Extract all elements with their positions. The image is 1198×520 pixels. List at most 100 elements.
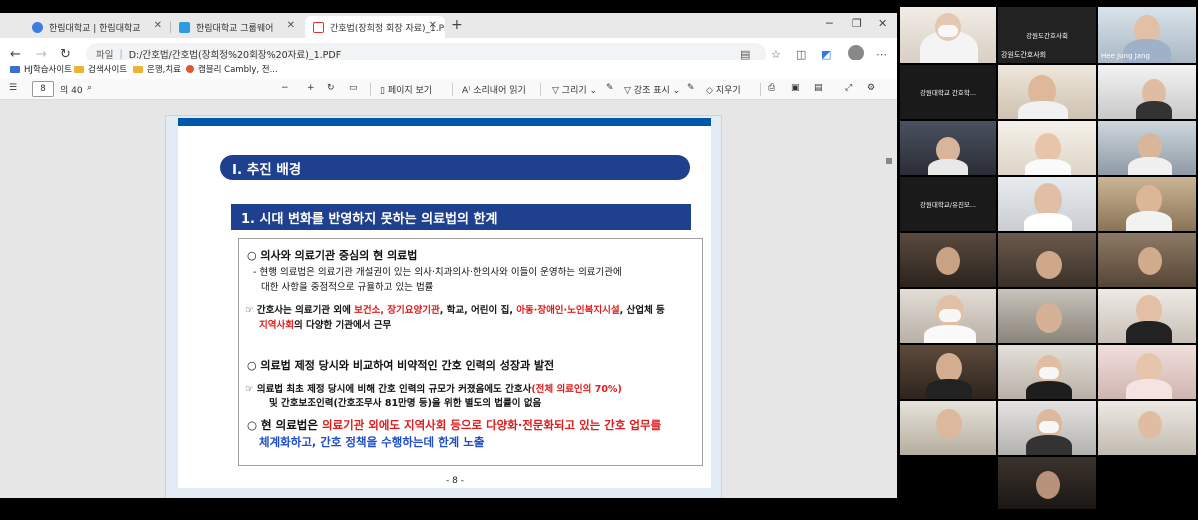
bullet-line: - 현행 의료법은 의료기관 개설권이 있는 의사·치과의사·한의사와 이들이 … bbox=[253, 267, 622, 278]
participant-name: 강원대학교 간호학... bbox=[919, 89, 977, 97]
participant-tile[interactable] bbox=[998, 65, 1096, 119]
scrollbar-thumb[interactable] bbox=[886, 158, 892, 164]
bookmarks-bar: HJ학습사이트 검색사이트 은행,치료 캠블리 Cambly, 전... bbox=[0, 60, 897, 79]
highlight-pen-icon[interactable]: ✎ bbox=[687, 83, 695, 93]
participant-tile[interactable] bbox=[998, 233, 1096, 287]
participant-tile[interactable] bbox=[1098, 401, 1196, 455]
pdf-toolbar: ☰ 8 의 40 ⌕ − + ↻ ▭ ▯ 페이지 보기 A⁾ 소리내어 읽기 ▽… bbox=[0, 79, 897, 100]
folder-icon bbox=[74, 65, 84, 73]
bookmark-icon bbox=[10, 65, 20, 73]
participant-tile[interactable] bbox=[998, 177, 1096, 231]
participant-tile[interactable]: 강원대학교/유진모... bbox=[900, 177, 996, 231]
section-title: Ⅰ. 추진 배경 bbox=[220, 155, 690, 180]
participant-tile[interactable] bbox=[900, 7, 996, 63]
contents-list-icon[interactable]: ☰ bbox=[9, 83, 17, 93]
file-indicator: 파일 bbox=[96, 50, 114, 61]
bullet-heading-3: ○ 현 의료법은 의료기관 외에도 지역사회 등으로 다양화·전문화되고 있는 … bbox=[247, 418, 662, 432]
close-window-button[interactable]: ✕ bbox=[878, 17, 887, 30]
participant-tile[interactable] bbox=[998, 289, 1096, 343]
erase-button[interactable]: ◇ 지우기 bbox=[706, 83, 741, 96]
participant-tile[interactable] bbox=[1098, 121, 1196, 175]
maximize-button[interactable]: ❐ bbox=[852, 17, 862, 30]
zoom-out-icon[interactable]: − bbox=[281, 83, 289, 93]
page-number-input[interactable]: 8 bbox=[32, 81, 54, 97]
participant-tile[interactable] bbox=[900, 401, 996, 455]
participant-tile[interactable]: Hee Jung Jang bbox=[1098, 7, 1196, 63]
rotate-icon[interactable]: ↻ bbox=[327, 83, 335, 93]
participant-tile[interactable] bbox=[900, 121, 996, 175]
pdf-page: Ⅰ. 추진 배경 1. 시대 변화를 반영하지 못하는 의료법의 한계 ○ 의사… bbox=[165, 115, 722, 498]
participant-tile[interactable] bbox=[998, 345, 1096, 399]
participant-tile[interactable] bbox=[1098, 177, 1196, 231]
settings-gear-icon[interactable]: ⚙ bbox=[867, 83, 875, 93]
bullet-line: 체계화하고, 간호 정책을 수행하는데 한계 노출 bbox=[259, 435, 485, 449]
draw-pen-icon[interactable]: ✎ bbox=[606, 83, 614, 93]
note-line: ☞ 간호사는 의료기관 외에 보건소, 장기요양기관, 학교, 어린이 집, 아… bbox=[245, 305, 665, 316]
pdf-viewport[interactable]: Ⅰ. 추진 배경 1. 시대 변화를 반영하지 못하는 의료법의 한계 ○ 의사… bbox=[0, 100, 897, 498]
participant-name: 강원도간호사회 bbox=[1001, 51, 1047, 59]
save-as-icon[interactable]: ▣ bbox=[791, 83, 800, 93]
participant-name: 강원대학교/유진모... bbox=[919, 201, 977, 209]
bookmark-bank[interactable]: 은행,치료 bbox=[133, 63, 181, 75]
profile-avatar[interactable] bbox=[848, 45, 864, 61]
bookmark-search[interactable]: 검색사이트 bbox=[74, 63, 127, 75]
bullet-heading-1: ○ 의사와 의료기관 중심의 현 의료법 bbox=[247, 249, 418, 262]
screen: 한림대학교 | 한림대학교 ✕ 한림대학교 그룹웨어 ✕ 간호법(장희정 회장 … bbox=[0, 0, 1198, 520]
minimize-button[interactable]: ─ bbox=[826, 17, 833, 30]
search-icon[interactable]: ⌕ bbox=[87, 83, 92, 93]
subtitle-bar: 1. 시대 변화를 반영하지 못하는 의료법의 한계 bbox=[231, 204, 691, 230]
folder-icon bbox=[133, 65, 143, 73]
url-text: D:/간호법/간호법(장희정%20회장%20자료)_1.PDF bbox=[128, 50, 342, 61]
slide-top-band bbox=[178, 118, 711, 126]
zoom-in-icon[interactable]: + bbox=[307, 83, 315, 93]
participant-tile[interactable] bbox=[998, 401, 1096, 455]
note-line: ☞ 의료법 최초 제정 당시에 비해 간호 인력의 규모가 커졌음에도 간호사(… bbox=[245, 384, 622, 395]
participant-tile[interactable] bbox=[1098, 345, 1196, 399]
participant-tile[interactable]: 강원대학교 간호학... bbox=[900, 65, 996, 119]
highlight-button[interactable]: ▽ 강조 표시 ⌄ bbox=[624, 83, 680, 96]
page-total: 의 40 bbox=[60, 86, 83, 96]
page-number: - 8 - bbox=[446, 476, 464, 486]
close-icon[interactable]: ✕ bbox=[429, 20, 437, 31]
page-view-button[interactable]: ▯ 페이지 보기 bbox=[380, 83, 432, 96]
content-box: ○ 의사와 의료기관 중심의 현 의료법 - 현행 의료법은 의료기관 개설권이… bbox=[238, 238, 703, 466]
tab-hallym[interactable]: 한림대학교 | 한림대학교 ✕ bbox=[24, 16, 170, 38]
participant-tile[interactable] bbox=[998, 457, 1096, 509]
bullet-heading-2: ○ 의료법 제정 당시와 비교하여 비약적인 간호 인력의 성장과 발전 bbox=[247, 359, 555, 372]
slide-body: Ⅰ. 추진 배경 1. 시대 변화를 반영하지 못하는 의료법의 한계 ○ 의사… bbox=[178, 126, 711, 488]
cambly-icon bbox=[186, 65, 194, 73]
fullscreen-icon[interactable]: ⤢ bbox=[845, 83, 852, 93]
participant-name: Hee Jung Jang bbox=[1101, 52, 1150, 60]
participant-tile[interactable] bbox=[998, 121, 1096, 175]
participant-tile[interactable] bbox=[1098, 65, 1196, 119]
participant-tile[interactable] bbox=[900, 345, 996, 399]
groupware-icon bbox=[179, 21, 190, 33]
tab-pdf[interactable]: 간호법(장희정 회장 자료)_1.PDF ✕ bbox=[305, 16, 445, 38]
participant-tile[interactable]: 강원도간호사회 강원도간호사회 bbox=[998, 7, 1096, 63]
note-line: 지역사회의 다양한 기관에서 근무 bbox=[259, 320, 392, 331]
save-icon[interactable]: ▤ bbox=[814, 83, 823, 93]
bookmark-cambly[interactable]: 캠블리 Cambly, 전... bbox=[186, 63, 278, 75]
close-icon[interactable]: ✕ bbox=[154, 20, 162, 31]
note-line: 및 간호보조인력(간호조무사 81만명 등)을 위한 별도의 법률이 없음 bbox=[269, 398, 542, 409]
draw-button[interactable]: ▽ 그리기 ⌄ bbox=[552, 83, 597, 96]
fit-page-icon[interactable]: ▭ bbox=[349, 83, 358, 93]
participant-tile[interactable] bbox=[1098, 289, 1196, 343]
read-aloud-button[interactable]: A⁾ 소리내어 읽기 bbox=[462, 83, 526, 96]
bookmark-hj[interactable]: HJ학습사이트 bbox=[10, 63, 72, 75]
participant-tile[interactable] bbox=[900, 233, 996, 287]
participant-tile[interactable] bbox=[900, 289, 996, 343]
participant-tile[interactable] bbox=[1098, 233, 1196, 287]
tab-label: 한림대학교 그룹웨어 bbox=[196, 23, 274, 34]
bullet-line: 대한 사항을 중점적으로 규율하고 있는 법률 bbox=[261, 282, 434, 293]
video-gallery: 강원도간호사회 강원도간호사회 Hee Jung Jang 강원대학교 간호학.… bbox=[898, 6, 1198, 510]
new-tab-button[interactable]: + bbox=[451, 17, 463, 33]
tab-label: 한림대학교 | 한림대학교 bbox=[49, 23, 141, 34]
globe-icon bbox=[32, 21, 43, 33]
pdf-icon bbox=[313, 21, 324, 33]
print-icon[interactable]: ⎙ bbox=[768, 83, 775, 93]
tab-groupware[interactable]: 한림대학교 그룹웨어 ✕ bbox=[171, 16, 303, 38]
close-icon[interactable]: ✕ bbox=[287, 20, 295, 31]
tab-bar: 한림대학교 | 한림대학교 ✕ 한림대학교 그룹웨어 ✕ 간호법(장희정 회장 … bbox=[0, 13, 897, 38]
browser-window: 한림대학교 | 한림대학교 ✕ 한림대학교 그룹웨어 ✕ 간호법(장희정 회장 … bbox=[0, 13, 897, 498]
